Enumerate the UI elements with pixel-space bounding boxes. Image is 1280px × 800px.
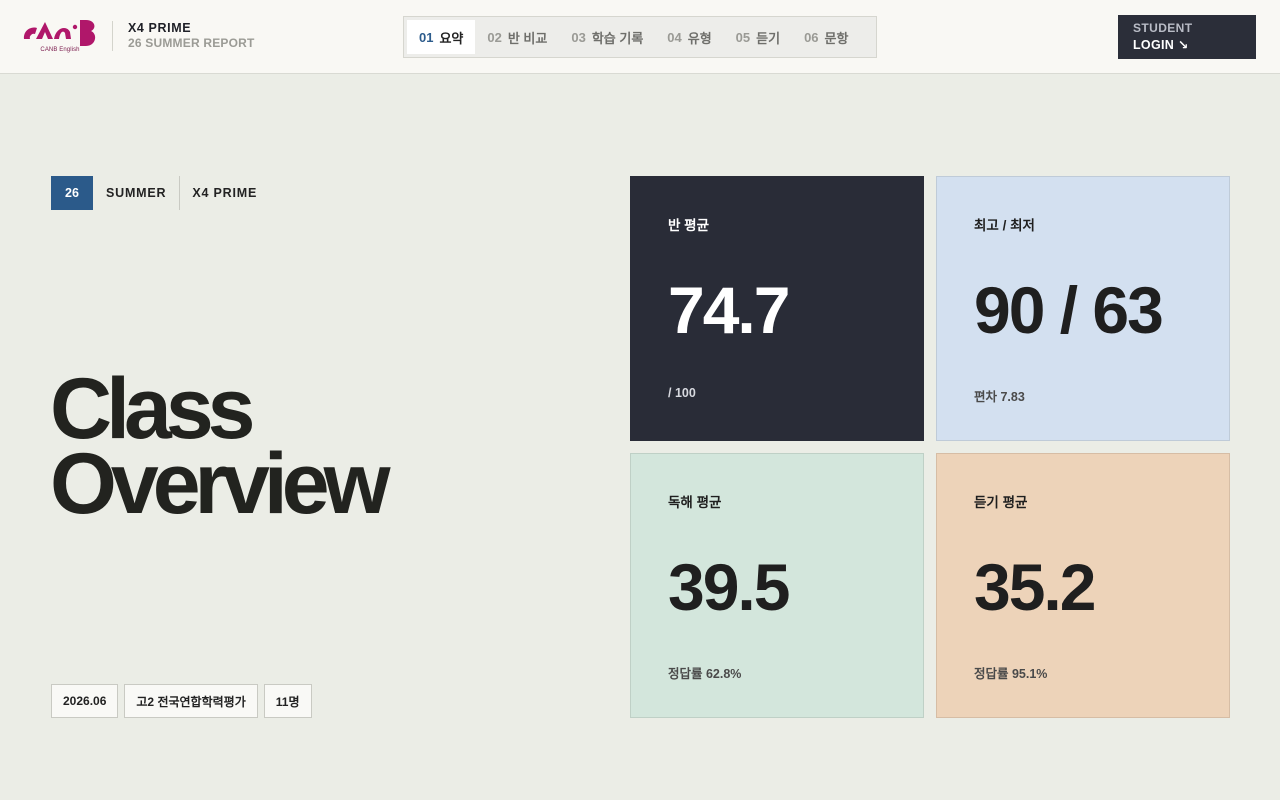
listening-average-card: 듣기 평균 35.2 정답률 95.1% — [936, 453, 1230, 718]
tab-number: 01 — [419, 29, 434, 45]
card-footnote: 정답률 95.1% — [974, 667, 1048, 681]
card-label: 듣기 평균 — [974, 495, 1028, 510]
tab-study-record[interactable]: 03 학습 기록 — [559, 20, 655, 54]
card-value: 35.2 — [974, 550, 1096, 624]
tab-number: 03 — [571, 29, 586, 45]
card-value: 74.7 — [668, 273, 790, 347]
tab-type[interactable]: 04 유형 — [655, 20, 723, 54]
exam-info-chips: 2026.06 고2 전국연합학력평가 11명 — [51, 684, 312, 718]
card-footnote: 정답률 62.8% — [668, 667, 742, 681]
login-line-student: STUDENT — [1133, 21, 1193, 35]
canb-logo[interactable]: CANB English — [23, 18, 97, 56]
season-tag: SUMMER — [106, 186, 167, 200]
class-average-card: 반 평균 74.7 / 100 — [630, 176, 924, 441]
page-title: Class Overview — [50, 366, 390, 532]
card-footnote: / 100 — [668, 386, 696, 400]
section-tabs: 01 요약 02 반 비교 03 학습 기록 04 유형 05 듣기 06 문항 — [403, 16, 877, 58]
tab-number: 05 — [735, 29, 751, 45]
logo-mark — [23, 20, 96, 46]
tab-class-compare[interactable]: 02 반 비교 — [475, 20, 559, 54]
card-label: 독해 평균 — [668, 495, 722, 510]
high-low-card: 최고 / 최저 90 / 63 편차 7.83 — [936, 176, 1230, 441]
exam-date-chip: 2026.06 — [51, 684, 119, 718]
card-label: 최고 / 최저 — [974, 218, 1035, 233]
exam-name-chip: 고2 전국연합학력평가 — [124, 684, 258, 718]
top-header: CANB English X4 PRIME 26 SUMMER REPORT 0… — [0, 0, 1280, 74]
class-name: X4 PRIME — [128, 21, 192, 35]
tab-questions[interactable]: 06 문항 — [792, 20, 860, 54]
tab-summary[interactable]: 01 요약 — [407, 20, 476, 54]
student-login-button[interactable]: STUDENT LOGIN ↘ — [1118, 15, 1256, 59]
report-name: 26 SUMMER REPORT — [128, 36, 255, 50]
tab-label: 학습 기록 — [591, 30, 644, 46]
report-tags: 26 SUMMER X4 PRIME — [51, 176, 257, 210]
tab-label: 유형 — [687, 30, 712, 46]
card-value: 39.5 — [668, 550, 790, 624]
tab-label: 반 비교 — [507, 30, 548, 46]
login-line-login: LOGIN ↘ — [1133, 38, 1189, 52]
brand-divider — [112, 21, 113, 51]
card-label: 반 평균 — [668, 218, 710, 233]
tab-number: 02 — [487, 29, 502, 45]
card-value: 90 / 63 — [974, 273, 1164, 347]
tab-number: 06 — [804, 29, 819, 45]
logo-subtitle: CANB English — [40, 47, 80, 53]
class-tag: X4 PRIME — [192, 186, 258, 200]
reading-average-card: 독해 평균 39.5 정답률 62.8% — [630, 453, 924, 718]
tab-label: 요약 — [439, 30, 464, 46]
student-count-chip: 11명 — [263, 684, 312, 718]
card-footnote: 편차 7.83 — [974, 390, 1025, 404]
tab-listening[interactable]: 05 듣기 — [724, 20, 792, 54]
tab-number: 04 — [667, 29, 682, 45]
tab-label: 듣기 — [756, 30, 781, 46]
year-badge: 26 — [51, 176, 93, 210]
tab-label: 문항 — [824, 30, 849, 46]
page-title-line-2: Overview — [50, 436, 390, 532]
